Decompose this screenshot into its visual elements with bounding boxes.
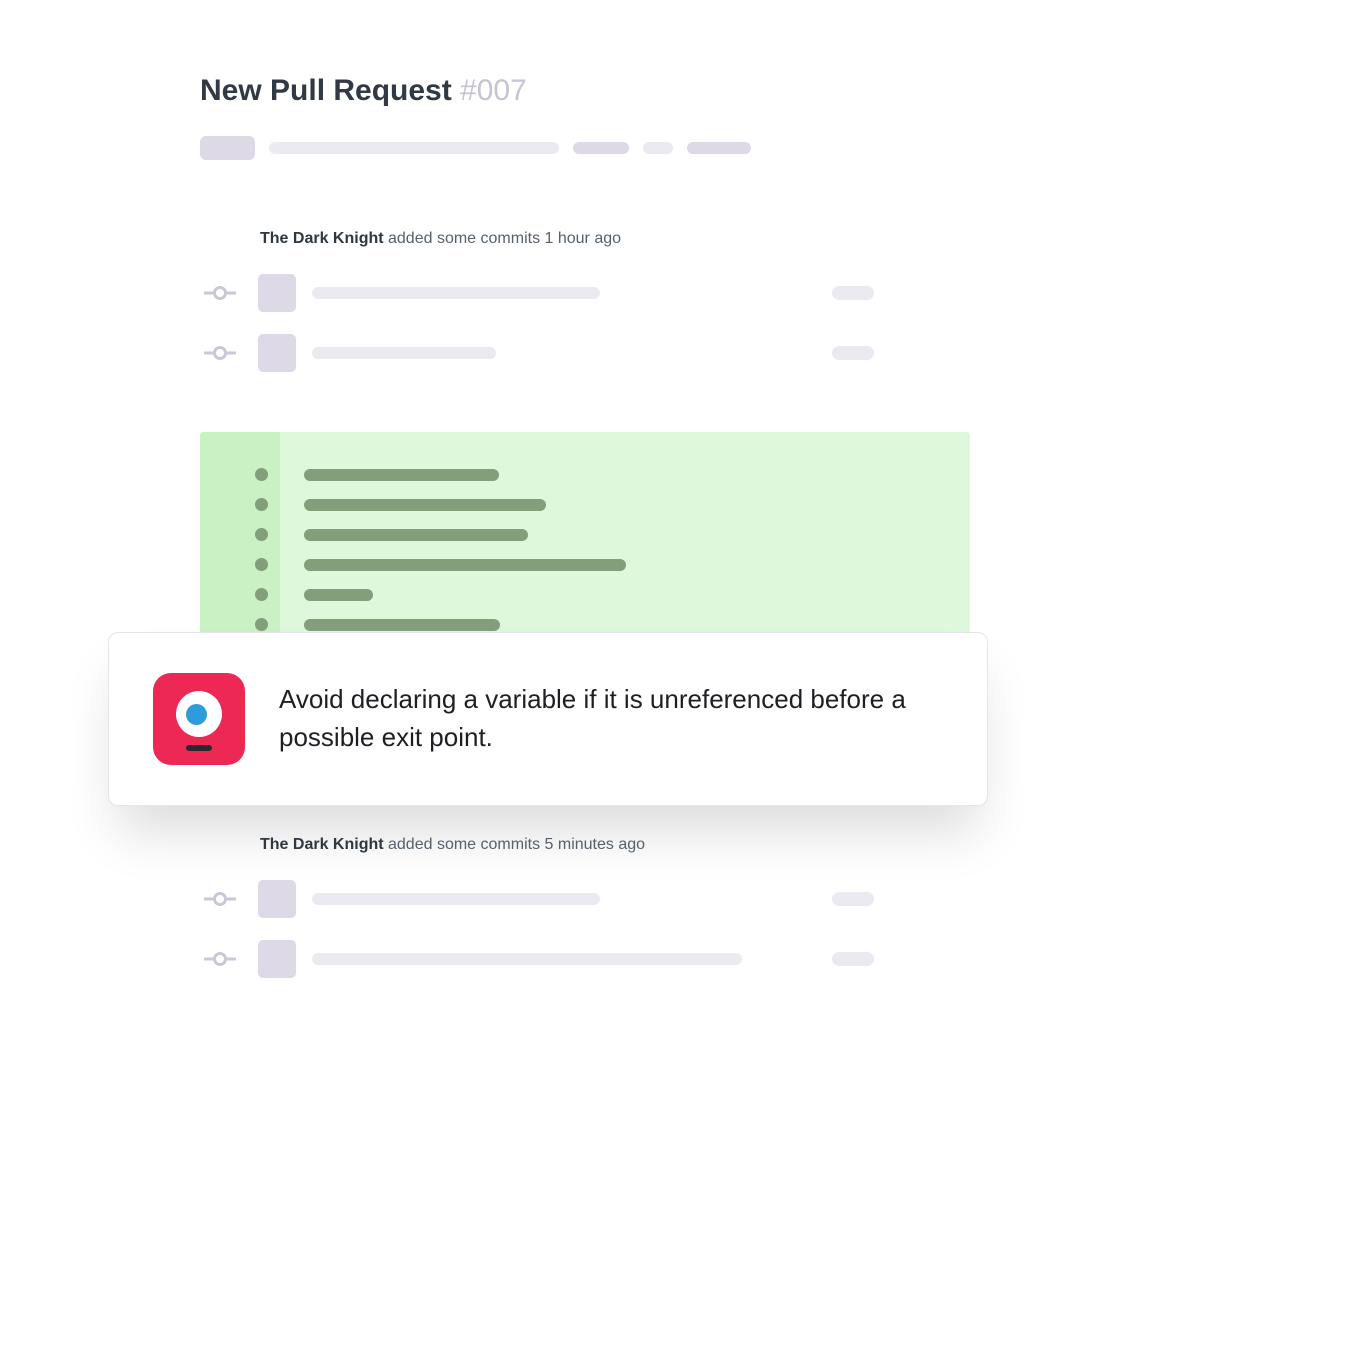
code-placeholder [304,559,626,571]
meta-placeholder-line [269,142,559,154]
activity-section: The Dark Knight added some commits 1 hou… [200,230,970,372]
activity-time: 5 minutes ago [545,836,646,853]
activity-author: The Dark Knight [260,836,384,853]
activity-label: The Dark Knight added some commits 1 hou… [260,230,970,248]
status-badge [200,136,255,160]
meta-pill [643,142,673,154]
plus-icon [255,528,268,541]
suggestion-card[interactable]: Avoid declaring a variable if it is unre… [108,632,988,806]
plus-icon [255,468,268,481]
plus-icon [255,498,268,511]
commit-node-icon [200,346,240,360]
activity-section: The Dark Knight added some commits 5 min… [200,836,970,978]
bot-avatar-icon [153,673,245,765]
code-placeholder [304,529,528,541]
commit-message-placeholder [312,953,742,965]
diff-line [200,498,970,511]
diff-line [200,528,970,541]
commit-hash[interactable] [832,346,874,360]
plus-icon [255,618,268,631]
commit-node-icon [200,952,240,966]
diff-line [200,588,970,601]
code-placeholder [304,499,546,511]
pr-meta-row [200,136,970,160]
activity-label: The Dark Knight added some commits 5 min… [260,836,970,854]
commit-node-icon [200,286,240,300]
commit-message-placeholder [312,287,600,299]
activity-action: added some commits [384,230,545,247]
avatar [258,880,296,918]
commit-message-placeholder [312,347,496,359]
commit-node-icon [200,892,240,906]
meta-pill [687,142,751,154]
plus-icon [255,588,268,601]
meta-pill [573,142,629,154]
diff-line [200,558,970,571]
commit-row[interactable] [200,334,970,372]
commit-hash[interactable] [832,952,874,966]
code-placeholder [304,469,499,481]
code-placeholder [304,619,500,631]
pr-number: #007 [460,74,527,107]
activity-action: added some commits [384,836,545,853]
activity-author: The Dark Knight [260,230,384,247]
code-placeholder [304,589,373,601]
avatar [258,940,296,978]
page-title: New Pull Request #007 [200,74,970,108]
commit-hash[interactable] [832,286,874,300]
avatar [258,334,296,372]
commit-row[interactable] [200,274,970,312]
diff-line [200,618,970,631]
commit-message-placeholder [312,893,600,905]
title-prefix: New Pull Request [200,74,460,107]
plus-icon [255,558,268,571]
commit-hash[interactable] [832,892,874,906]
avatar [258,274,296,312]
commit-row[interactable] [200,940,970,978]
activity-time: 1 hour ago [545,230,622,247]
commit-row[interactable] [200,880,970,918]
suggestion-text: Avoid declaring a variable if it is unre… [279,681,943,756]
diff-line [200,468,970,481]
